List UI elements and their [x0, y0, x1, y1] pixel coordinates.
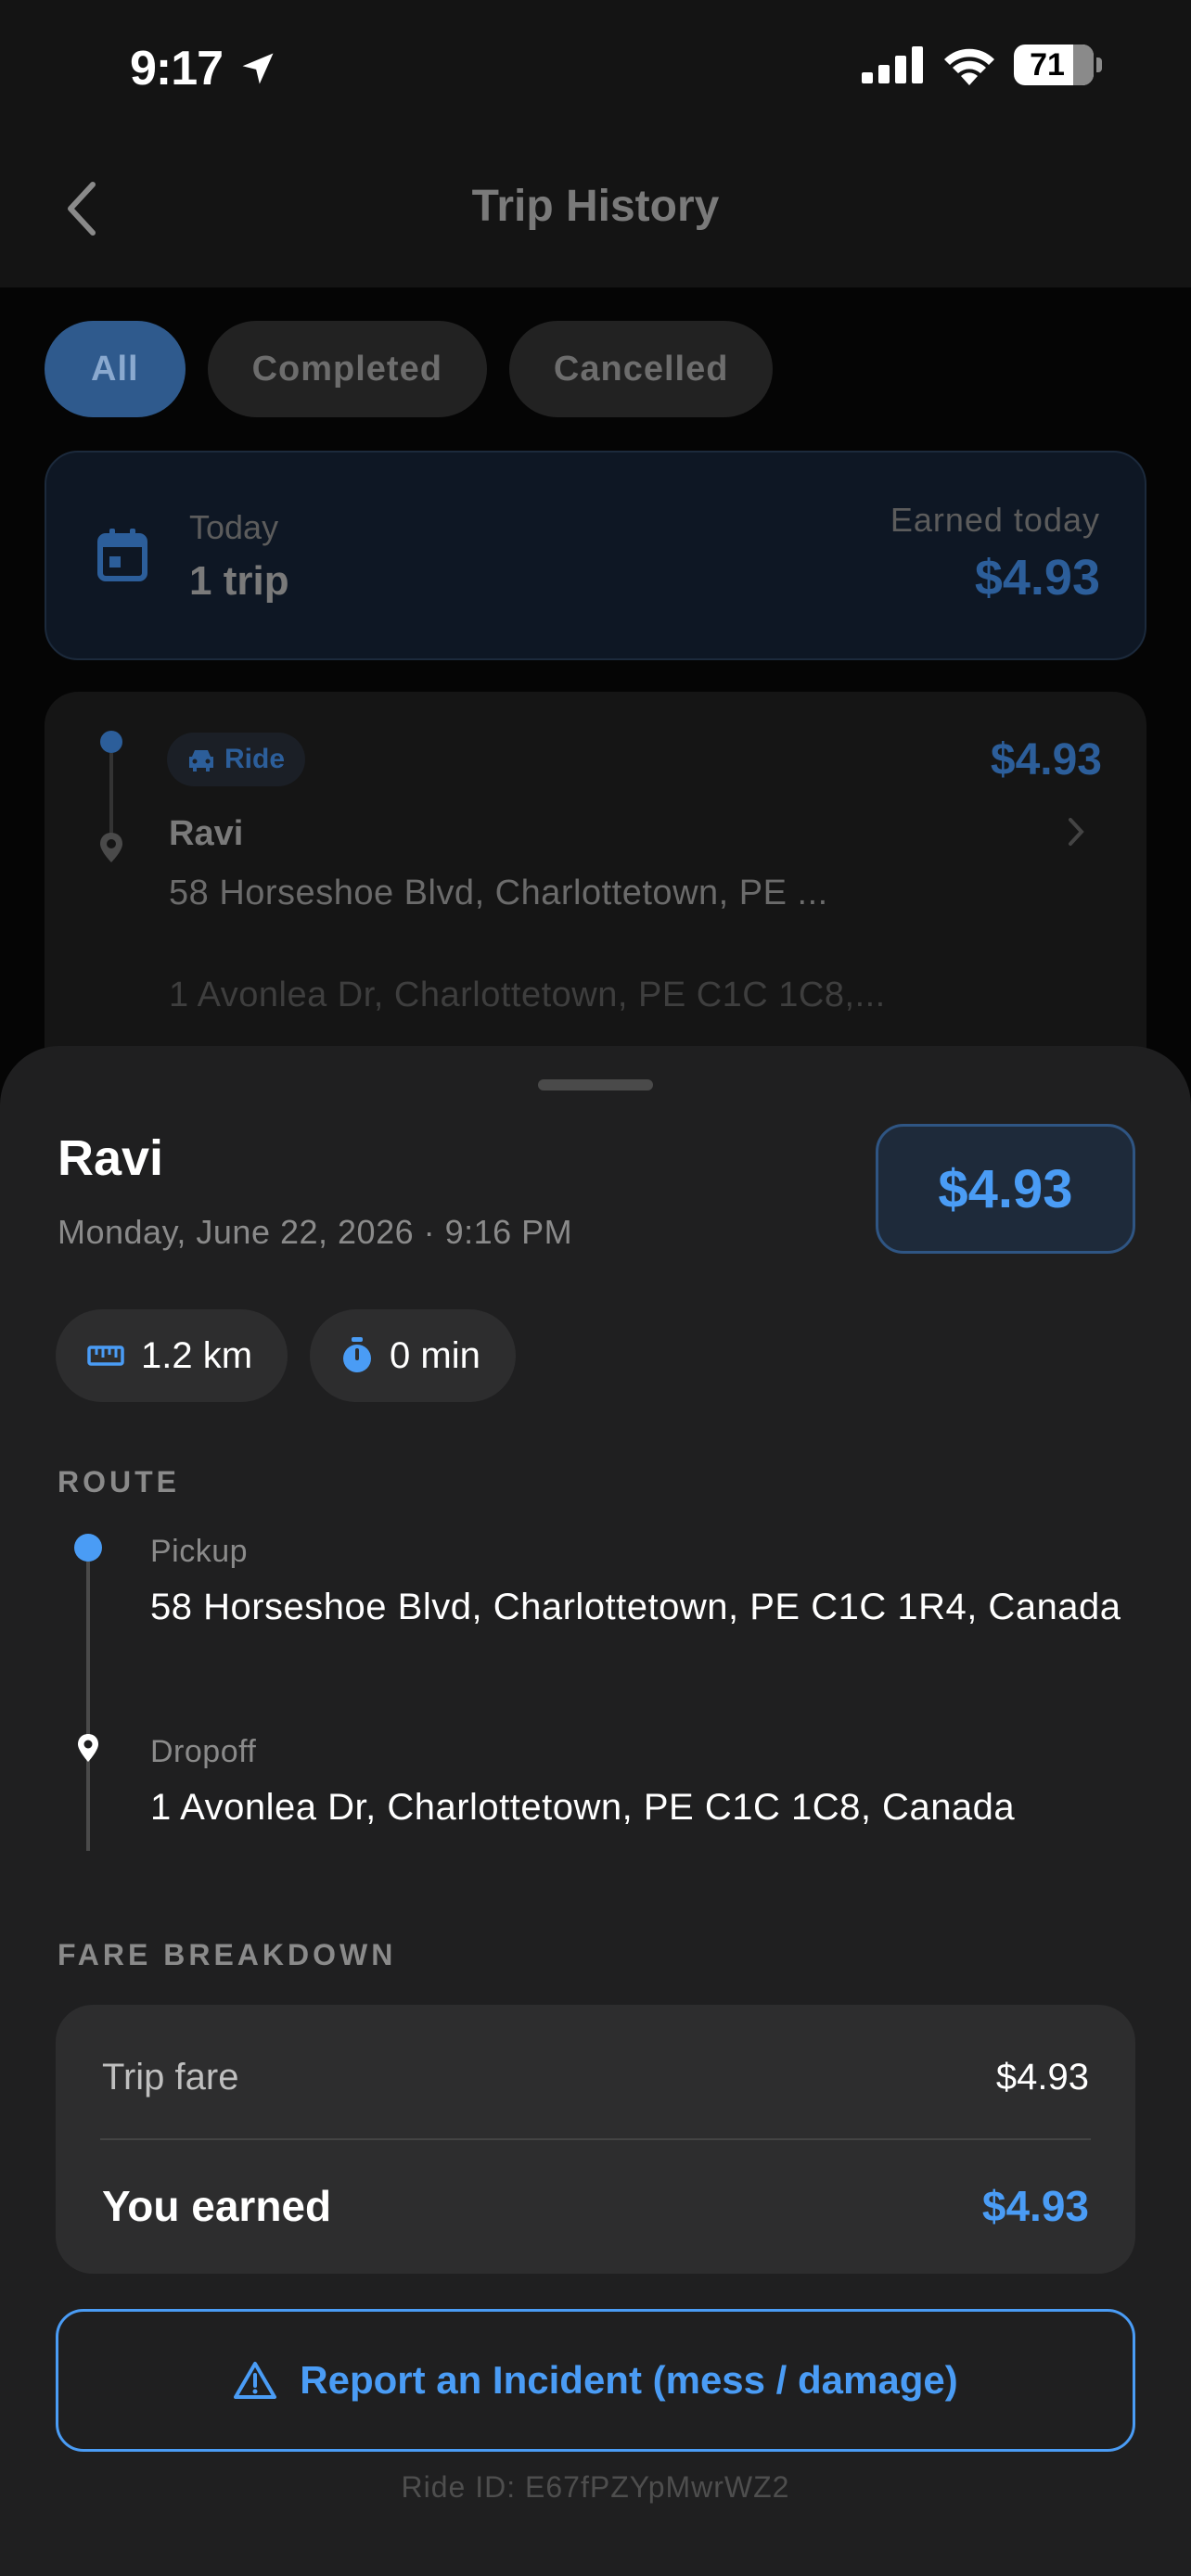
dropoff-label: Dropoff: [150, 1734, 257, 1769]
trip-fare-value: $4.93: [995, 2057, 1089, 2098]
fare-badge: $4.93: [876, 1124, 1135, 1254]
map-pin-icon: [100, 833, 122, 862]
today-summary-card: Today 1 trip Earned today $4.93: [45, 451, 1146, 660]
fare-breakdown-card: Trip fare $4.93 You earned $4.93: [56, 2005, 1135, 2274]
fare-breakdown-label: FARE BREAKDOWN: [58, 1938, 397, 1971]
status-indicators: 71: [862, 45, 1102, 85]
filter-cancelled[interactable]: Cancelled: [508, 321, 774, 417]
earned-today-label: Earned today: [890, 501, 1100, 539]
trip-fare-label: Trip fare: [102, 2057, 239, 2098]
filter-all[interactable]: All: [45, 321, 186, 417]
rider-name-heading: Ravi: [58, 1130, 164, 1186]
pickup-dot: [74, 1534, 102, 1562]
rider-name: Ravi: [169, 814, 244, 853]
report-incident-label: Report an Incident (mess / damage): [300, 2358, 958, 2402]
car-icon: [189, 750, 213, 772]
cellular-signal-icon: [862, 46, 923, 83]
navigation-bar: Trip History: [0, 139, 1191, 287]
fare-divider: [100, 2138, 1091, 2140]
duration-chip: 0 min: [310, 1309, 516, 1402]
pickup-label: Pickup: [150, 1534, 249, 1569]
battery-level: 71: [1030, 46, 1065, 83]
ride-type-badge: Ride: [167, 733, 306, 786]
sheet-grabber[interactable]: [538, 1079, 653, 1090]
filter-tabs: All Completed Cancelled: [45, 321, 774, 417]
stopwatch-icon: [343, 1337, 372, 1372]
battery-indicator: 71: [1014, 45, 1102, 85]
status-time: 9:17: [130, 42, 224, 96]
trip-stats: 1.2 km 0 min: [56, 1309, 516, 1402]
filter-completed[interactable]: Completed: [207, 321, 487, 417]
trip-detail-sheet: Ravi Monday, June 22, 2026 · 9:16 PM $4.…: [0, 1046, 1191, 2576]
dropoff-address: 1 Avonlea Dr, Charlottetown, PE C1C 1C8,…: [150, 1787, 1016, 1828]
ride-badge-label: Ride: [224, 744, 286, 774]
route-line: [109, 753, 113, 835]
route-section-label: ROUTE: [58, 1465, 180, 1498]
trip-dropoff-address: 1 Avonlea Dr, Charlottetown, PE C1C 1C8,…: [169, 976, 886, 1014]
battery-icon: 71: [1014, 45, 1094, 85]
you-earned-value: $4.93: [981, 2182, 1089, 2230]
chevron-right-icon: [1069, 818, 1084, 846]
report-incident-button[interactable]: Report an Incident (mess / damage): [56, 2309, 1135, 2452]
pickup-address: 58 Horseshoe Blvd, Charlottetown, PE C1C…: [150, 1587, 1121, 1627]
warning-triangle-icon: [234, 2362, 277, 2399]
today-trip-count: 1 trip: [189, 558, 289, 604]
earned-today-value: $4.93: [974, 550, 1100, 606]
status-bar: 9:17 71: [0, 0, 1191, 139]
page-title: Trip History: [471, 182, 720, 231]
you-earned-label: You earned: [102, 2182, 332, 2230]
distance-value: 1.2 km: [141, 1334, 253, 1376]
trip-price: $4.93: [990, 735, 1102, 784]
location-arrow-icon: [242, 53, 274, 84]
wifi-icon: [944, 48, 994, 85]
duration-value: 0 min: [390, 1334, 480, 1376]
today-label: Today: [189, 508, 279, 546]
ruler-icon: [87, 1345, 124, 1366]
calendar-icon: [97, 529, 147, 581]
pickup-dot: [100, 731, 122, 753]
ride-id: Ride ID: E67fPZYpMwrWZ2: [401, 2470, 790, 2504]
trip-pickup-address: 58 Horseshoe Blvd, Charlottetown, PE ...: [169, 874, 828, 912]
distance-chip: 1.2 km: [56, 1309, 288, 1402]
map-pin-icon: [78, 1734, 98, 1762]
route-connector-line: [86, 1562, 90, 1851]
battery-tip: [1096, 57, 1102, 72]
trip-datetime: Monday, June 22, 2026 · 9:16 PM: [58, 1213, 573, 1251]
